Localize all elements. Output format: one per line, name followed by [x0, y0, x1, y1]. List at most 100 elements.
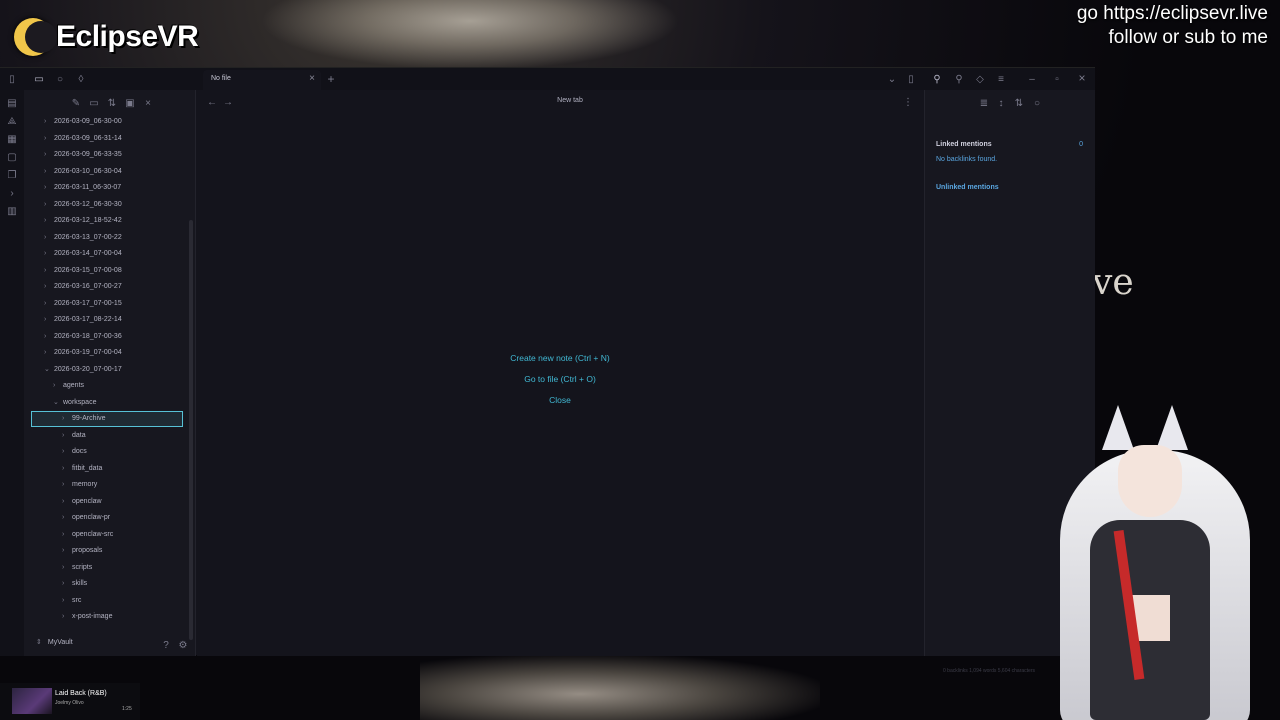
chevron-right-icon: ›	[44, 332, 47, 340]
tree-item[interactable]: › 2026-03-16_07-00-27	[44, 280, 122, 294]
go-to-file-link[interactable]: Go to file (Ctrl + O)	[455, 374, 665, 384]
backlinks-icon[interactable]: ⚲	[930, 72, 944, 86]
close-window-icon[interactable]: ×	[1075, 71, 1089, 85]
search-icon[interactable]: ○	[53, 72, 67, 86]
obsidian-window: ▯ ▭ ○ ◊ No file × + ⌄ ▯ ⚲ ⚲ ◇ ≡ – ▫ × ▤ …	[0, 67, 1095, 674]
create-new-note-link[interactable]: Create new note (Ctrl + N)	[455, 353, 665, 363]
tree-item[interactable]: › x-post-image	[62, 610, 112, 624]
file-explorer: ✎ ▭ ⇅ ▣ × › 2026-03-09_06-30-00 › 2026-03-0…	[24, 90, 196, 656]
tree-item[interactable]: › scripts	[62, 561, 92, 575]
help-icon[interactable]: ?	[159, 638, 173, 652]
tree-item[interactable]: › 2026-03-12_18-52-42	[44, 214, 122, 228]
tree-item[interactable]: ⌄ workspace	[53, 396, 96, 410]
right-sidebar-toggle-icon[interactable]: ▯	[904, 72, 918, 86]
tag-icon[interactable]: ◇	[973, 72, 987, 86]
tree-item[interactable]: › 99-Archive	[31, 411, 183, 427]
tree-item[interactable]: › 2026-03-19_07-00-04	[44, 346, 122, 360]
new-folder-icon[interactable]: ▭	[87, 96, 101, 110]
tree-item[interactable]: › memory	[62, 478, 97, 492]
tree-item[interactable]: › data	[62, 429, 86, 443]
tree-item[interactable]: › 2026-03-18_07-00-36	[44, 330, 122, 344]
tree-item[interactable]: › 2026-03-09_06-31-14	[44, 132, 122, 146]
sidebar-scrollbar[interactable]	[189, 220, 193, 640]
background-art-top	[260, 0, 680, 70]
sort-icon[interactable]: ⇅	[105, 96, 119, 110]
brand-logo: EclipseVR	[14, 18, 199, 56]
tree-item[interactable]: › 2026-03-09_06-33-35	[44, 148, 122, 162]
tree-item[interactable]: › skills	[62, 577, 87, 591]
brand-name: EclipseVR	[56, 20, 199, 53]
tree-item[interactable]: › 2026-03-13_07-00-22	[44, 231, 122, 245]
chevron-right-icon: ›	[62, 547, 65, 554]
tree-item[interactable]: › openclaw	[62, 495, 102, 509]
vtuber-avatar	[1020, 400, 1280, 720]
chevron-right-icon: ›	[44, 349, 47, 356]
tree-item[interactable]: › 2026-03-14_07-00-04	[44, 247, 122, 261]
tree-item[interactable]: › proposals	[62, 544, 102, 558]
graph-icon[interactable]: ⟁	[5, 114, 19, 128]
linked-mentions-heading[interactable]: Linked mentions	[936, 141, 992, 148]
templates-icon[interactable]: ❐	[5, 168, 19, 182]
chevron-right-icon: ›	[44, 299, 47, 307]
folder-icon[interactable]: ▭	[32, 72, 46, 86]
tab-close-icon[interactable]: ×	[309, 73, 315, 84]
outgoing-links-icon[interactable]: ⚲	[952, 72, 966, 86]
promo-line-1: go https://eclipsevr.live	[1076, 3, 1268, 24]
tree-item[interactable]: › 2026-03-09_06-30-00	[44, 115, 122, 129]
linked-mentions-count: 0	[1079, 141, 1083, 148]
tree-item[interactable]: › 2026-03-11_06-30-07	[44, 181, 121, 195]
back-arrow-icon[interactable]: ←	[205, 95, 219, 109]
tree-item[interactable]: › fitbit_data	[62, 462, 102, 476]
close-icon[interactable]: ×	[141, 96, 155, 110]
tree-item[interactable]: › agents	[53, 379, 84, 393]
search-filter-icon[interactable]: ○	[1030, 96, 1044, 110]
tree-item-label: 2026-03-09_06-30-00	[54, 118, 122, 125]
command-palette-icon[interactable]: ▥	[5, 204, 19, 218]
unlinked-mentions-heading[interactable]: Unlinked mentions	[936, 184, 999, 191]
tree-item[interactable]: › 2026-03-17_07-00-15	[44, 297, 122, 311]
tree-item-label: data	[72, 431, 86, 439]
bookmark-icon[interactable]: ◊	[74, 72, 88, 86]
canvas-icon[interactable]: ▦	[5, 132, 19, 146]
tree-item[interactable]: › 2026-03-10_06-30-04	[44, 165, 122, 179]
chevron-down-icon[interactable]: ⌄	[885, 72, 899, 86]
vault-switcher[interactable]: ⇕ MyVault	[36, 638, 73, 646]
chevron-right-icon: ›	[44, 118, 47, 125]
tree-item[interactable]: › openclaw-src	[62, 528, 113, 542]
chevron-down-icon: ⌄	[53, 398, 59, 406]
minimize-icon[interactable]: –	[1025, 72, 1039, 86]
tree-item-label: src	[72, 596, 82, 604]
tree-item-label: 2026-03-16_07-00-27	[54, 283, 122, 290]
sort-order-icon[interactable]: ⇅	[1012, 96, 1026, 110]
chevron-right-icon: ›	[44, 134, 47, 142]
tree-item[interactable]: ⌄ 2026-03-20_07-00-17	[44, 363, 122, 377]
collapse-all-icon[interactable]: ▣	[123, 96, 137, 110]
tree-item-label: docs	[72, 448, 87, 455]
tree-item[interactable]: › docs	[62, 445, 87, 459]
sidebar-toggle-icon[interactable]: ▯	[5, 72, 19, 86]
collapse-results-icon[interactable]: ↕	[994, 96, 1008, 110]
open-switcher-icon[interactable]: ▤	[5, 96, 19, 110]
outline-icon[interactable]: ≡	[994, 72, 1008, 86]
avatar-face	[1118, 445, 1182, 517]
forward-arrow-icon[interactable]: →	[221, 95, 235, 109]
settings-gear-icon[interactable]: ⚙	[176, 638, 190, 652]
calendar-icon[interactable]: ▢	[5, 150, 19, 164]
maximize-icon[interactable]: ▫	[1050, 72, 1064, 86]
tree-item[interactable]: › 2026-03-15_07-00-08	[44, 264, 122, 278]
new-tab-icon[interactable]: +	[324, 72, 338, 86]
chevron-right-icon: ›	[53, 382, 56, 389]
chevron-right-icon: ›	[44, 151, 47, 158]
tree-item[interactable]: › 2026-03-17_08-22-14	[44, 313, 122, 327]
close-link[interactable]: Close	[455, 395, 665, 405]
new-note-icon[interactable]: ✎	[69, 96, 83, 110]
tab-no-file[interactable]: No file ×	[203, 70, 321, 90]
list-icon[interactable]: ≣	[977, 96, 991, 110]
tree-item[interactable]: › openclaw-pr	[62, 511, 110, 525]
terminal-icon[interactable]: ›	[5, 186, 19, 200]
tree-item[interactable]: › 2026-03-12_06-30-30	[44, 198, 122, 212]
tree-item[interactable]: › src	[62, 594, 81, 608]
song-time: 1:25	[122, 706, 132, 712]
more-options-icon[interactable]: ⋮	[901, 95, 915, 109]
chevron-right-icon: ›	[62, 415, 65, 422]
